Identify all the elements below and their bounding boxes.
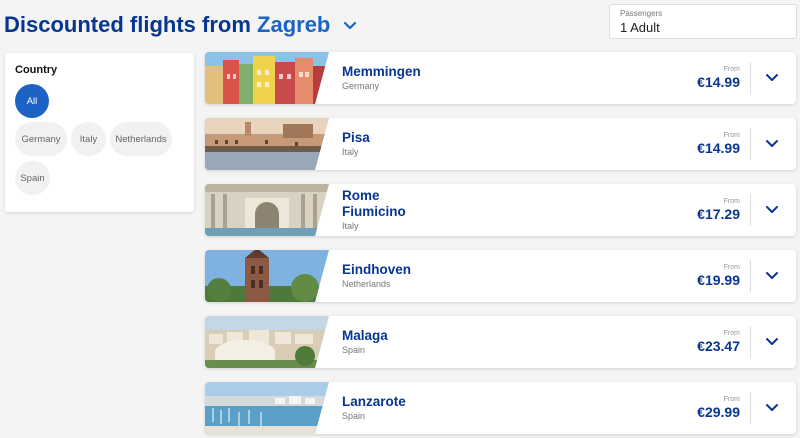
destination-country: Germany (342, 81, 380, 91)
filter-chip-germany[interactable]: Germany (15, 122, 67, 156)
price-from-label: From (723, 132, 740, 139)
page-title: Discounted flights from Zagreb (4, 12, 357, 38)
price: €17.29 (697, 206, 740, 222)
chevron-down-icon[interactable] (343, 11, 357, 37)
flight-card[interactable]: Memmingen Germany From €14.99 (205, 52, 796, 104)
card-divider (750, 392, 751, 424)
flight-card[interactable]: Pisa Italy From €14.99 (205, 118, 796, 170)
destination-name: Rome Fiumicino (342, 188, 406, 219)
origin-city-selector[interactable]: Zagreb (257, 12, 330, 37)
page-title-prefix: Discounted flights from (4, 12, 251, 37)
card-divider (750, 326, 751, 358)
filter-chip-italy[interactable]: Italy (71, 122, 106, 156)
price-from-label: From (723, 396, 740, 403)
destination-name: Eindhoven (342, 262, 412, 277)
flight-card[interactable]: Rome Fiumicino Italy From €17.29 (205, 184, 796, 236)
card-divider (750, 260, 751, 292)
destination-country: Netherlands (342, 279, 391, 289)
price: €14.99 (697, 140, 740, 156)
destination-photo (205, 118, 329, 170)
destination-name: Pisa (342, 130, 370, 145)
card-divider (750, 62, 751, 94)
destination-photo (205, 250, 329, 302)
destination-country: Italy (342, 147, 359, 157)
chevron-down-icon[interactable] (761, 398, 783, 418)
chevron-down-icon[interactable] (761, 266, 783, 286)
price: €29.99 (697, 404, 740, 420)
flight-card[interactable]: Malaga Spain From €23.47 (205, 316, 796, 368)
destination-photo (205, 52, 329, 104)
destination-name: Malaga (342, 328, 388, 343)
destination-country: Italy (342, 221, 359, 231)
country-filter-title: Country (15, 64, 58, 76)
price: €23.47 (697, 338, 740, 354)
destination-country: Spain (342, 345, 366, 355)
destination-name: Lanzarote (342, 394, 406, 409)
price-from-label: From (723, 264, 740, 271)
flight-card[interactable]: Eindhoven Netherlands From €19.99 (205, 250, 796, 302)
passengers-value: 1 Adult (620, 20, 660, 35)
chevron-down-icon[interactable] (761, 134, 783, 154)
destination-name: Memmingen (342, 64, 421, 79)
price: €19.99 (697, 272, 740, 288)
passengers-selector[interactable]: Passengers 1 Adult (609, 4, 797, 39)
card-divider (750, 128, 751, 160)
filter-chip-spain[interactable]: Spain (15, 161, 50, 195)
price-from-label: From (723, 66, 740, 73)
price-from-label: From (723, 330, 740, 337)
chevron-down-icon[interactable] (761, 332, 783, 352)
destination-photo (205, 184, 329, 236)
passengers-label: Passengers (620, 9, 663, 18)
price: €14.99 (697, 74, 740, 90)
card-divider (750, 194, 751, 226)
chevron-down-icon[interactable] (761, 68, 783, 88)
price-from-label: From (723, 198, 740, 205)
filter-chip-all[interactable]: All (15, 84, 49, 118)
flight-card[interactable]: Lanzarote Spain From €29.99 (205, 382, 796, 434)
destination-photo (205, 316, 329, 368)
destination-country: Spain (342, 411, 366, 421)
chevron-down-icon[interactable] (761, 200, 783, 220)
filter-chip-netherlands[interactable]: Netherlands (110, 122, 172, 156)
destination-photo (205, 382, 329, 434)
country-filter-panel: Country All Germany Italy Netherlands Sp… (5, 53, 194, 212)
